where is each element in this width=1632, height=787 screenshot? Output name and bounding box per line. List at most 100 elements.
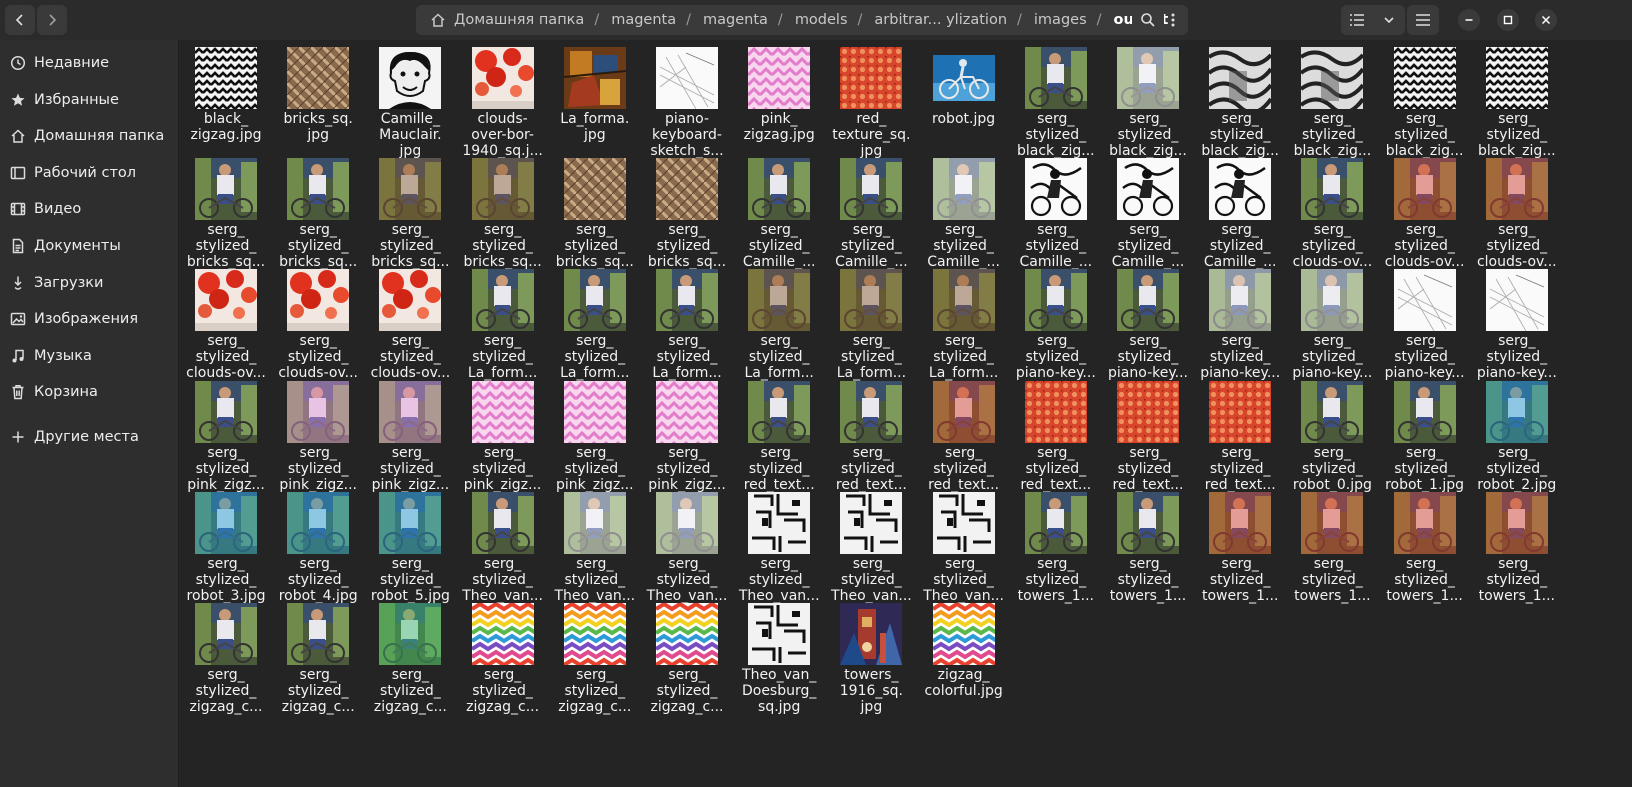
- file-item[interactable]: serg_ stylized_ robot_5.jpg: [364, 491, 456, 604]
- sidebar-item[interactable]: Видео: [0, 193, 179, 225]
- file-item[interactable]: serg_ stylized_ Theo_van...: [918, 491, 1010, 604]
- file-item[interactable]: serg_ stylized_ black_zig...: [1471, 47, 1563, 159]
- sidebar-item[interactable]: Документы: [0, 230, 179, 262]
- file-item[interactable]: serg_ stylized_ pink_zigz...: [364, 380, 456, 493]
- file-item[interactable]: serg_ stylized_ piano-key...: [1102, 269, 1194, 381]
- file-item[interactable]: serg_ stylized_ black_zig...: [1102, 47, 1194, 159]
- file-item[interactable]: serg_ stylized_ red_text...: [1010, 380, 1102, 493]
- file-item[interactable]: zigzag_ colorful.jpg: [918, 603, 1010, 699]
- breadcrumb-segment[interactable]: models: [793, 12, 848, 28]
- file-item[interactable]: serg_ stylized_ robot_1.jpg: [1379, 380, 1471, 493]
- file-item[interactable]: serg_ stylized_ robot_3.jpg: [180, 491, 272, 604]
- file-item[interactable]: serg_ stylized_ black_zig...: [1194, 47, 1286, 159]
- file-item[interactable]: serg_ stylized_ clouds-ov...: [364, 269, 456, 381]
- file-item[interactable]: serg_ stylized_ Camille_...: [1010, 158, 1102, 270]
- sidebar-item[interactable]: Корзина: [0, 376, 179, 408]
- file-item[interactable]: serg_ stylized_ clouds-ov...: [1471, 158, 1563, 270]
- file-item[interactable]: serg_ stylized_ red_text...: [733, 380, 825, 493]
- file-item[interactable]: serg_ stylized_ pink_zigz...: [180, 380, 272, 493]
- maximize-button[interactable]: [1497, 9, 1519, 31]
- file-item[interactable]: Camille_ Mauclair. jpg: [364, 47, 456, 159]
- sidebar-item[interactable]: Музыка: [0, 340, 179, 372]
- breadcrumb-segment[interactable]: magenta: [701, 12, 768, 28]
- file-item[interactable]: serg_ stylized_ black_zig...: [1379, 47, 1471, 159]
- file-item[interactable]: serg_ stylized_ towers_1...: [1379, 491, 1471, 604]
- back-button[interactable]: [5, 5, 35, 35]
- file-item[interactable]: serg_ stylized_ piano-key...: [1194, 269, 1286, 381]
- file-item[interactable]: serg_ stylized_ red_text...: [1102, 380, 1194, 493]
- file-item[interactable]: serg_ stylized_ bricks_sq...: [180, 158, 272, 270]
- file-item[interactable]: pink_ zigzag.jpg: [733, 47, 825, 143]
- file-item[interactable]: serg_ stylized_ piano-key...: [1010, 269, 1102, 381]
- file-item[interactable]: piano- keyboard- sketch_s...: [641, 47, 733, 159]
- breadcrumb-segment[interactable]: Домашняя папка: [452, 12, 584, 28]
- breadcrumb-segment[interactable]: arbitrar... ylization: [872, 12, 1007, 28]
- file-item[interactable]: serg_ stylized_ Camille_...: [1102, 158, 1194, 270]
- file-item[interactable]: serg_ stylized_ La_form...: [825, 269, 917, 381]
- file-item[interactable]: serg_ stylized_ piano-key...: [1286, 269, 1378, 381]
- file-item[interactable]: serg_ stylized_ Camille_...: [1194, 158, 1286, 270]
- file-item[interactable]: serg_ stylized_ piano-key...: [1471, 269, 1563, 381]
- file-item[interactable]: black_ zigzag.jpg: [180, 47, 272, 143]
- file-item[interactable]: serg_ stylized_ zigzag_c...: [180, 603, 272, 715]
- file-item[interactable]: La_forma. jpg: [549, 47, 641, 143]
- sidebar-item[interactable]: Избранные: [0, 84, 179, 116]
- file-item[interactable]: serg_ stylized_ clouds-ov...: [180, 269, 272, 381]
- file-item[interactable]: serg_ stylized_ La_form...: [733, 269, 825, 381]
- file-item[interactable]: towers_ 1916_sq. jpg: [825, 603, 917, 715]
- file-item[interactable]: serg_ stylized_ bricks_sq...: [549, 158, 641, 270]
- file-item[interactable]: serg_ stylized_ towers_1...: [1010, 491, 1102, 604]
- file-item[interactable]: serg_ stylized_ La_form...: [457, 269, 549, 381]
- file-item[interactable]: serg_ stylized_ bricks_sq...: [272, 158, 364, 270]
- sidebar-item[interactable]: Рабочий стол: [0, 157, 179, 189]
- file-item[interactable]: serg_ stylized_ towers_1...: [1194, 491, 1286, 604]
- file-item[interactable]: serg_ stylized_ La_form...: [641, 269, 733, 381]
- file-item[interactable]: serg_ stylized_ pink_zigz...: [549, 380, 641, 493]
- file-item[interactable]: serg_ stylized_ red_text...: [825, 380, 917, 493]
- file-item[interactable]: serg_ stylized_ robot_0.jpg: [1286, 380, 1378, 493]
- file-item[interactable]: serg_ stylized_ zigzag_c...: [272, 603, 364, 715]
- file-item[interactable]: serg_ stylized_ towers_1...: [1286, 491, 1378, 604]
- file-item[interactable]: serg_ stylized_ Camille_...: [825, 158, 917, 270]
- file-item[interactable]: serg_ stylized_ zigzag_c...: [364, 603, 456, 715]
- file-item[interactable]: serg_ stylized_ red_text...: [1194, 380, 1286, 493]
- sidebar-item[interactable]: Изображения: [0, 303, 179, 335]
- file-item[interactable]: serg_ stylized_ robot_4.jpg: [272, 491, 364, 604]
- path-bar[interactable]: Домашняя папка / magenta / magenta / models / ar…: [416, 5, 1188, 35]
- file-item[interactable]: serg_ stylized_ bricks_sq...: [641, 158, 733, 270]
- file-item[interactable]: serg_ stylized_ Camille_...: [733, 158, 825, 270]
- minimize-button[interactable]: [1458, 9, 1480, 31]
- file-item[interactable]: serg_ stylized_ pink_zigz...: [272, 380, 364, 493]
- file-item[interactable]: serg_ stylized_ Camille_...: [918, 158, 1010, 270]
- file-item[interactable]: serg_ stylized_ pink_zigz...: [457, 380, 549, 493]
- file-item[interactable]: Theo_van_ Doesburg_ sq.jpg: [733, 603, 825, 715]
- view-toggle-button[interactable]: [1341, 5, 1405, 35]
- file-item[interactable]: serg_ stylized_ towers_1...: [1102, 491, 1194, 604]
- close-button[interactable]: [1535, 9, 1557, 31]
- sidebar-item-other-places[interactable]: Другие места: [0, 421, 179, 453]
- file-item[interactable]: serg_ stylized_ zigzag_c...: [457, 603, 549, 715]
- file-item[interactable]: serg_ stylized_ clouds-ov...: [272, 269, 364, 381]
- sidebar-item[interactable]: Загрузки: [0, 267, 179, 299]
- sidebar-item[interactable]: Домашняя папка: [0, 120, 179, 152]
- file-item[interactable]: serg_ stylized_ black_zig...: [1010, 47, 1102, 159]
- file-item[interactable]: serg_ stylized_ black_zig...: [1286, 47, 1378, 159]
- sidebar-item[interactable]: Недавние: [0, 47, 179, 79]
- file-item[interactable]: serg_ stylized_ robot_2.jpg: [1471, 380, 1563, 493]
- file-item[interactable]: serg_ stylized_ pink_zigz...: [641, 380, 733, 493]
- file-item[interactable]: clouds- over-bor- 1940_sq.j...: [457, 47, 549, 159]
- file-item[interactable]: red_ texture_sq. jpg: [825, 47, 917, 159]
- breadcrumb-segment[interactable]: magenta: [609, 12, 676, 28]
- file-item[interactable]: serg_ stylized_ clouds-ov...: [1286, 158, 1378, 270]
- file-item[interactable]: serg_ stylized_ clouds-ov...: [1379, 158, 1471, 270]
- file-item[interactable]: serg_ stylized_ zigzag_c...: [549, 603, 641, 715]
- file-item[interactable]: serg_ stylized_ La_form...: [918, 269, 1010, 381]
- main-menu-button[interactable]: [1407, 5, 1439, 35]
- file-item[interactable]: serg_ stylized_ bricks_sq...: [457, 158, 549, 270]
- file-item[interactable]: serg_ stylized_ piano-key...: [1379, 269, 1471, 381]
- file-item[interactable]: serg_ stylized_ bricks_sq...: [364, 158, 456, 270]
- file-item[interactable]: serg_ stylized_ red_text...: [918, 380, 1010, 493]
- file-item[interactable]: serg_ stylized_ Theo_van...: [549, 491, 641, 604]
- breadcrumb-segment[interactable]: images: [1032, 12, 1087, 28]
- search-button[interactable]: [1132, 5, 1164, 35]
